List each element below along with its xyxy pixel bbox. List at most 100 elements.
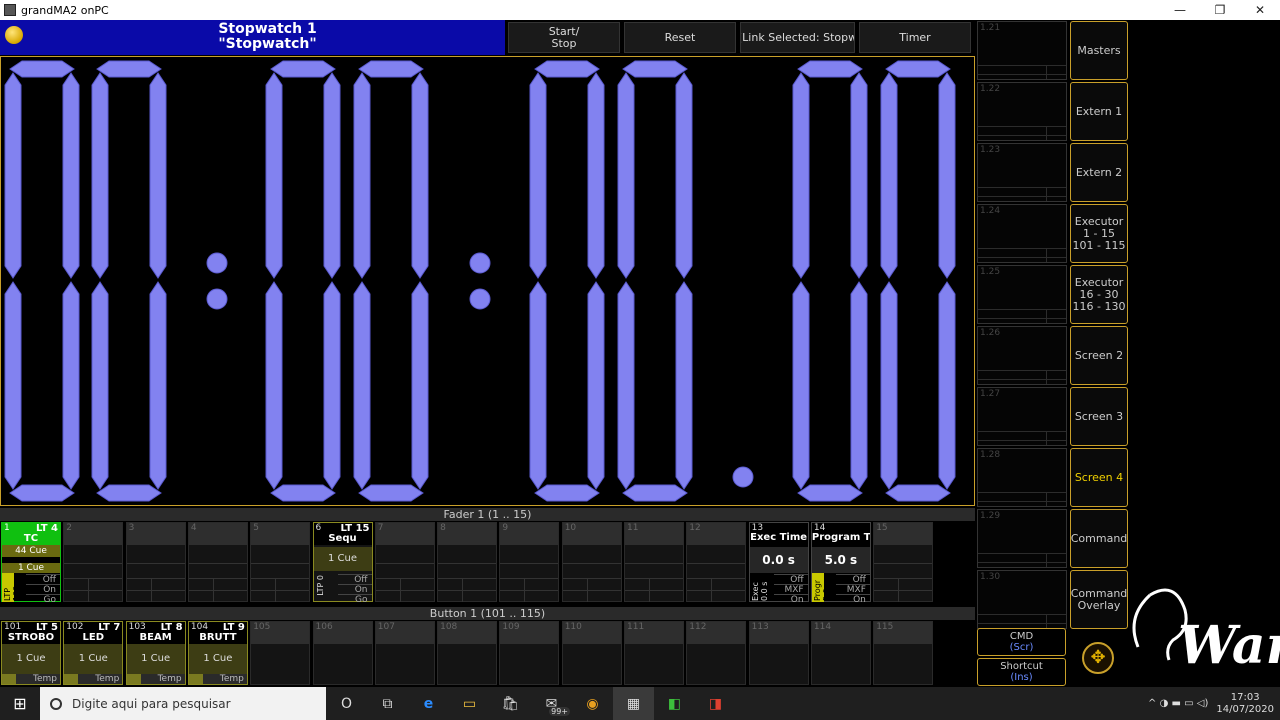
button-executor-empty[interactable]: 108: [437, 621, 498, 685]
view-button-command[interactable]: Command: [1070, 509, 1128, 568]
view-button-screen-2[interactable]: Screen 2: [1070, 326, 1128, 385]
view-button-extern-1[interactable]: Extern 1: [1070, 82, 1128, 141]
button-executor-empty[interactable]: 106: [312, 621, 373, 685]
fader-empty[interactable]: 2: [63, 522, 124, 602]
mxf-button[interactable]: MXF: [835, 584, 870, 595]
button-executor-empty[interactable]: 112: [686, 621, 747, 685]
button-executor-empty[interactable]: 109: [499, 621, 560, 685]
digit-0-segment-top: [9, 60, 75, 78]
button-executor-beam[interactable]: 103 LT 8 BEAM 1 Cue Temp: [125, 621, 186, 685]
fader-empty[interactable]: 8: [437, 522, 498, 602]
task-view-icon[interactable]: ⧉: [367, 687, 408, 720]
button-executor-empty[interactable]: 110: [561, 621, 622, 685]
fader-empty[interactable]: 11: [624, 522, 684, 602]
digit-7-segment-bottom: [885, 484, 951, 502]
link-selected-button[interactable]: [Link Selected: Stopw: [740, 22, 855, 53]
button-executor-led[interactable]: 102 LT 7 LED 1 Cue Temp: [63, 621, 124, 685]
executor-slot[interactable]: 1.22: [977, 82, 1067, 141]
mail-icon[interactable]: ✉ 99+: [531, 687, 572, 720]
view-button-screen-3[interactable]: Screen 3: [1070, 387, 1128, 446]
store-icon[interactable]: 🛍: [490, 687, 531, 720]
slot-number: 1.27: [980, 389, 1001, 399]
timer-button[interactable]: Timer: [859, 22, 971, 53]
fader-tc[interactable]: 1 LT 4 TC 44 Cue 1 Cue LTP 100 Off On Go: [1, 522, 61, 605]
temp-button[interactable]: Temp: [2, 674, 60, 684]
clock-date: 14/07/2020: [1216, 703, 1274, 715]
executor-slot[interactable]: 1.23: [977, 143, 1067, 202]
temp-button[interactable]: Temp: [64, 674, 123, 684]
executor-slot[interactable]: 1.30: [977, 570, 1067, 629]
fader-empty[interactable]: 12: [686, 522, 747, 602]
close-button[interactable]: ✕: [1240, 0, 1280, 20]
fader-empty[interactable]: 15: [873, 522, 934, 602]
button-executor-empty[interactable]: 113: [748, 621, 809, 685]
cortana-icon[interactable]: O: [326, 687, 367, 720]
button-executor-empty[interactable]: 105: [250, 621, 311, 685]
edge-icon[interactable]: e: [408, 687, 449, 720]
executor-slot[interactable]: 1.21: [977, 21, 1067, 80]
off-button[interactable]: Off: [26, 574, 60, 585]
view-button-screen-4[interactable]: Screen 4: [1070, 448, 1128, 507]
clock[interactable]: 17:03 14/07/2020: [1216, 692, 1274, 716]
fader-program-time[interactable]: 14 Program T 5.0 s Progr 5.0 s Off MXF On: [810, 522, 871, 605]
button-name: LED: [82, 632, 105, 643]
view-button-extern-2[interactable]: Extern 2: [1070, 143, 1128, 202]
recorder-icon[interactable]: ◨: [695, 687, 736, 720]
colon-2-top-dot: [469, 252, 491, 274]
current-cue: 1 Cue: [126, 644, 185, 674]
button-executor-empty[interactable]: 107: [374, 621, 435, 685]
executor-slot[interactable]: 1.28: [977, 448, 1067, 507]
temp-button[interactable]: Temp: [188, 674, 247, 684]
off-button[interactable]: Off: [337, 574, 372, 585]
start-stop-button[interactable]: Start/ Stop: [508, 22, 620, 53]
fader-empty[interactable]: 9: [499, 522, 560, 602]
chrome-icon[interactable]: ◉: [572, 687, 613, 720]
minimize-button[interactable]: —: [1160, 0, 1200, 20]
executor-slot[interactable]: 1.24: [977, 204, 1067, 263]
digit-7-segment-lower-left: [880, 281, 898, 490]
executor-slot[interactable]: 1.29: [977, 509, 1067, 568]
off-button[interactable]: Off: [773, 574, 808, 585]
executor-slot[interactable]: 1.26: [977, 326, 1067, 385]
grandma2-icon[interactable]: ▦: [613, 687, 654, 720]
windows-start-icon[interactable]: ⊞: [0, 687, 40, 720]
button-executor-empty[interactable]: 111: [624, 621, 684, 685]
taskbar-search[interactable]: Digite aqui para pesquisar: [40, 687, 326, 720]
executor-slot[interactable]: 1.27: [977, 387, 1067, 446]
button-executor-empty[interactable]: 115: [873, 621, 934, 685]
digit-2-segment-top: [270, 60, 336, 78]
temp-button[interactable]: Temp: [126, 674, 185, 684]
view-button-masters[interactable]: Masters: [1070, 21, 1128, 80]
tray-icons[interactable]: ^ ◑ ▬ ▭ ◁): [1148, 698, 1208, 709]
file-explorer-icon[interactable]: ▭: [449, 687, 490, 720]
fader-exec-time[interactable]: 13 Exec Time 0.0 s Exec 0.0 s Off MXF On: [748, 522, 809, 605]
on-button[interactable]: On: [337, 584, 372, 595]
button-executor-brutt[interactable]: 104 LT 9 BRUTT 1 Cue Temp: [187, 621, 248, 685]
fader-empty[interactable]: 4: [187, 522, 248, 602]
move-icon[interactable]: ✥: [1082, 642, 1114, 674]
off-button[interactable]: Off: [835, 574, 870, 585]
on-button[interactable]: On: [773, 594, 808, 605]
button-executor-strobo[interactable]: 101 LT 5 STROBO 1 Cue Temp: [1, 621, 61, 685]
mxf-button[interactable]: MXF: [773, 584, 808, 595]
fader-empty[interactable]: 7: [374, 522, 435, 602]
view-button-executor-1-15-101-115[interactable]: Executor 1 - 15 101 - 115: [1070, 204, 1128, 263]
fader-empty[interactable]: 5: [250, 522, 311, 602]
fader-empty[interactable]: 3: [125, 522, 186, 602]
view-button-executor-16-30-116-130[interactable]: Executor 16 - 30 116 - 130: [1070, 265, 1128, 324]
executor-slot[interactable]: 1.25: [977, 265, 1067, 324]
fader-empty[interactable]: 10: [561, 522, 622, 602]
shortcut-button[interactable]: Shortcut (Ins): [977, 658, 1066, 686]
go-button[interactable]: Go: [26, 594, 60, 605]
maximize-button[interactable]: ❐: [1200, 0, 1240, 20]
button-executor-empty[interactable]: 114: [810, 621, 871, 685]
camtasia-icon[interactable]: ◧: [654, 687, 695, 720]
status-ball-icon[interactable]: [5, 26, 23, 44]
fader-sequ[interactable]: 6 LT 15 Sequ 1 Cue LTP 0 Off On Go: [312, 522, 373, 605]
reset-button[interactable]: Reset: [624, 22, 736, 53]
cmd-button[interactable]: CMD (Scr): [977, 628, 1066, 656]
slot-number: 1.21: [980, 23, 1001, 33]
on-button[interactable]: On: [835, 594, 870, 605]
on-button[interactable]: On: [26, 584, 60, 595]
go-button[interactable]: Go: [337, 594, 372, 605]
